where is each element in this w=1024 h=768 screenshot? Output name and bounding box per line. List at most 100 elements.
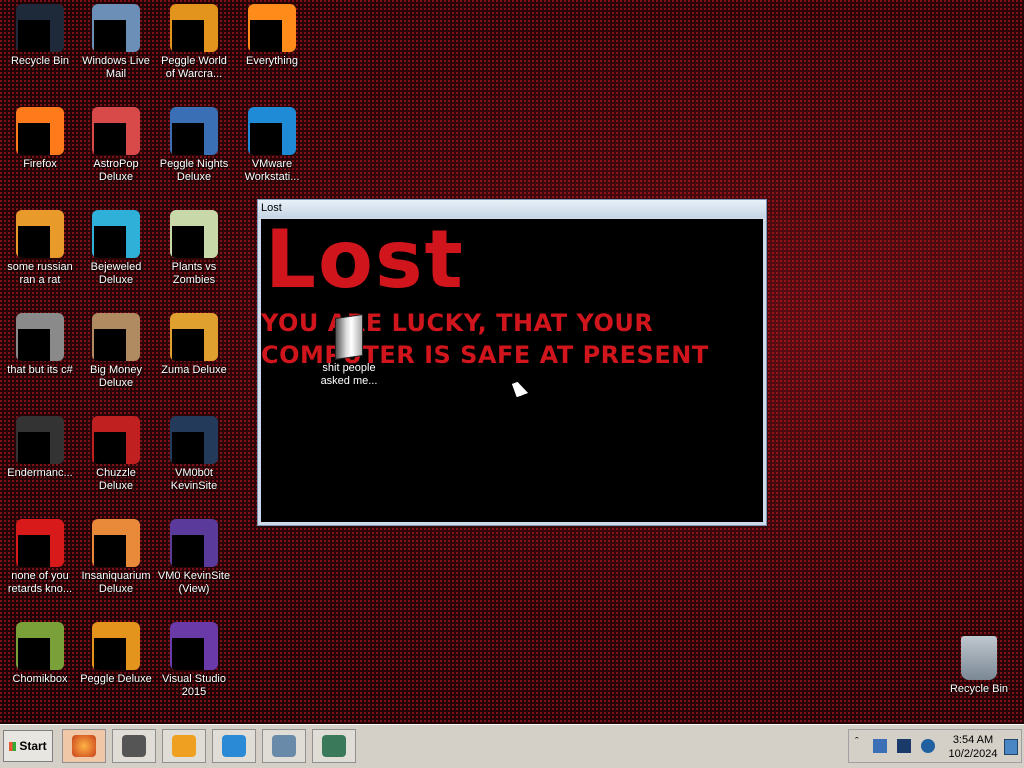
window-app-icon [322, 735, 346, 757]
window-title[interactable]: Lost [258, 200, 766, 218]
redaction-box [172, 432, 204, 464]
desktop-icon-label: Bejeweled Deluxe [90, 261, 142, 286]
show-hidden-icons-icon[interactable]: ˆ [855, 736, 869, 750]
zuma-icon [170, 313, 218, 361]
recycle-bin-icon [16, 4, 64, 52]
taskbar-button-2[interactable] [162, 729, 206, 763]
bejeweled-icon [92, 210, 140, 258]
desktop-icon-9[interactable]: Bejeweled Deluxe [76, 206, 156, 306]
vs-icon [170, 519, 218, 567]
desktop-icon-6[interactable]: Peggle Nights Deluxe [154, 103, 234, 203]
taskbar-button-0[interactable] [62, 729, 106, 763]
desktop-icon-label: Firefox [23, 158, 57, 170]
opera-icon [16, 519, 64, 567]
desktop-icon-8[interactable]: some russian ran a rat [0, 206, 80, 306]
desktop-icon-4[interactable]: Firefox [0, 103, 80, 203]
recycle-bin-right[interactable]: Recycle Bin [939, 632, 1019, 724]
desktop-icon-11[interactable]: that but its c# [0, 309, 80, 409]
desktop-icon-19[interactable]: VM0 KevinSite (View) [154, 515, 234, 615]
peggle-deluxe-icon [92, 622, 140, 670]
desktop-icon-label: Insaniquarium Deluxe [81, 570, 151, 595]
redaction-box [172, 123, 204, 155]
desktop-icon-21[interactable]: Peggle Deluxe [76, 618, 156, 718]
display-tray-icon[interactable] [897, 739, 911, 753]
desktop-icon-label: Visual Studio 2015 [161, 673, 226, 698]
desktop-icon-14[interactable]: Endermanc... [0, 412, 80, 512]
lost-heading: Lost [265, 219, 465, 306]
desktop-icon-18[interactable]: Insaniquarium Deluxe [76, 515, 156, 615]
redaction-box [250, 123, 282, 155]
clock-date: 10/2/2024 [948, 748, 998, 760]
file-label: shit people asked me... [320, 362, 378, 387]
redaction-box [172, 226, 204, 258]
volume-icon[interactable] [921, 739, 935, 753]
redaction-box [94, 329, 126, 361]
start-button[interactable]: Start [3, 730, 53, 762]
desktop-icon-label: Chomikbox [12, 673, 68, 685]
desktop-icon-label: AstroPop Deluxe [93, 158, 139, 183]
desktop-icon-7[interactable]: VMware Workstati... [232, 103, 312, 203]
desktop-icon-15[interactable]: Chuzzle Deluxe [76, 412, 156, 512]
desktop-icon-label: Windows Live Mail [82, 55, 150, 80]
redaction-box [18, 226, 50, 258]
pvz-icon [170, 210, 218, 258]
peggle-icon [170, 4, 218, 52]
terminal-icon [122, 735, 146, 757]
vmware-icon [248, 107, 296, 155]
desktop-icon-0[interactable]: Recycle Bin [0, 0, 80, 100]
desktop-icon-3[interactable]: Everything [232, 0, 312, 100]
redaction-box [18, 535, 50, 567]
taskbar-button-4[interactable] [262, 729, 306, 763]
fish-icon [92, 519, 140, 567]
clock[interactable]: 3:54 AM 10/2/2024 [945, 733, 1001, 761]
file-icon [335, 314, 363, 360]
redaction-box [172, 638, 204, 670]
redaction-box [18, 638, 50, 670]
desktop-icon-17[interactable]: none of you retards kno... [0, 515, 80, 615]
show-desktop-button[interactable] [1004, 739, 1018, 755]
desktop-icon-2[interactable]: Peggle World of Warcra... [154, 0, 234, 100]
desktop-icon-22[interactable]: Visual Studio 2015 [154, 618, 234, 718]
firefox-icon [72, 735, 96, 757]
desktop-icon-label: Big Money Deluxe [90, 364, 142, 389]
taskbar-button-3[interactable] [212, 729, 256, 763]
redaction-box [172, 535, 204, 567]
redaction-box [94, 20, 126, 52]
windows-flag-icon [9, 741, 17, 751]
start-label: Start [19, 739, 47, 753]
desktop-icon-5[interactable]: AstroPop Deluxe [76, 103, 156, 203]
mail-icon [92, 4, 140, 52]
shortcut-icon [16, 210, 64, 258]
redaction-box [18, 432, 50, 464]
clock-time: 3:54 AM [952, 734, 994, 746]
visual-studio-icon [170, 622, 218, 670]
taskbar-button-5[interactable] [312, 729, 356, 763]
taskbar-button-1[interactable] [112, 729, 156, 763]
desktop-icon-label: some russian ran a rat [7, 261, 73, 286]
desktop: Recycle Bin Windows Live Mail Peggle World… [0, 0, 1024, 724]
desktop-icon-20[interactable]: Chomikbox [0, 618, 80, 718]
desktop-icon-1[interactable]: Windows Live Mail [76, 0, 156, 100]
redaction-box [18, 20, 50, 52]
redaction-box [94, 123, 126, 155]
app-icon [16, 416, 64, 464]
desktop-icon-13[interactable]: Zuma Deluxe [154, 309, 234, 409]
redaction-box [94, 638, 126, 670]
desktop-icon-12[interactable]: Big Money Deluxe [76, 309, 156, 409]
redaction-box [172, 329, 204, 361]
desktop-icon-label: VM0 KevinSite (View) [157, 570, 231, 595]
network-tray-icon[interactable] [873, 739, 887, 753]
desktop-icon-label: Peggle World of Warcra... [161, 55, 227, 80]
system-tray: ˆ 3:54 AM 10/2/2024 [848, 729, 1022, 763]
desktop-icon-16[interactable]: VM0b0t KevinSite [154, 412, 234, 512]
moneybag-icon [92, 313, 140, 361]
firefox-icon [16, 107, 64, 155]
desktop-icon-label: VM0b0t KevinSite [170, 467, 218, 492]
search-icon [248, 4, 296, 52]
astropop-icon [92, 107, 140, 155]
recycle-bin-label: Recycle Bin [949, 683, 1009, 695]
file-shortcut[interactable]: shit people asked me... [316, 314, 382, 388]
desktop-icon-label: Endermanc... [7, 467, 73, 479]
redaction-box [18, 123, 50, 155]
desktop-icon-10[interactable]: Plants vs Zombies [154, 206, 234, 306]
